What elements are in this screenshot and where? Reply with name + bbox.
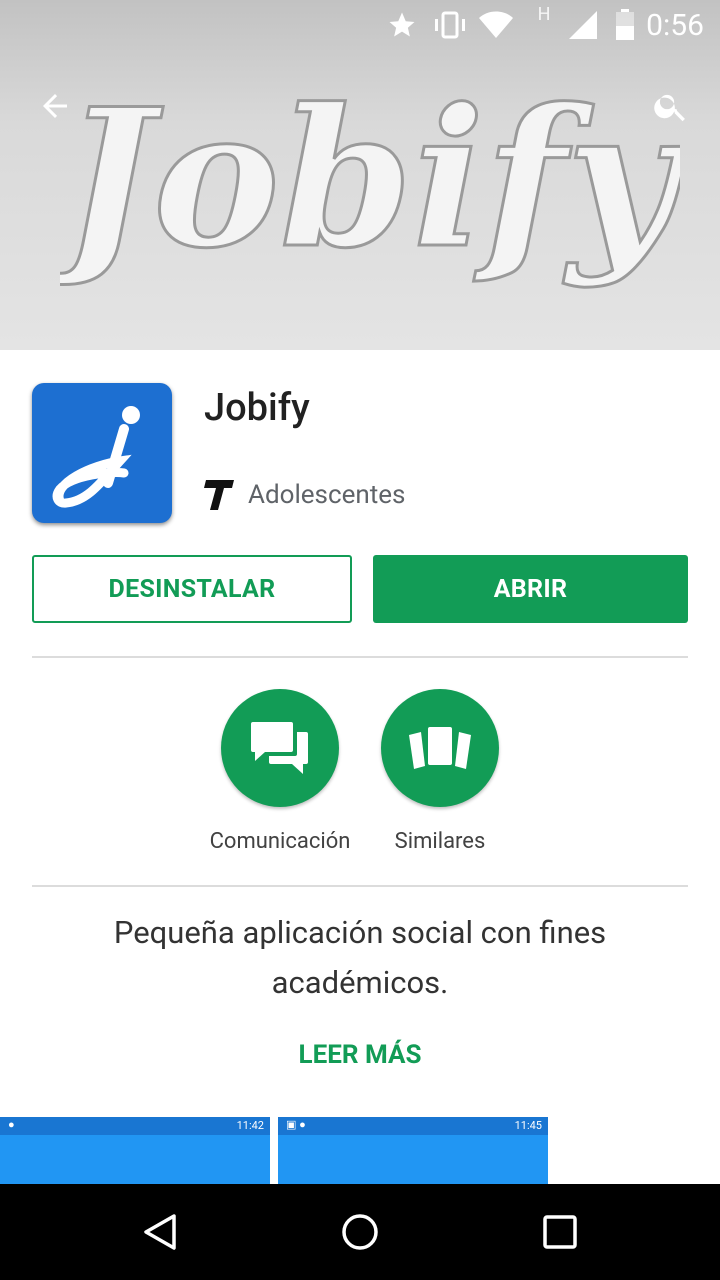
- navigation-bar: [0, 1184, 720, 1280]
- teen-rating-icon: [204, 480, 234, 510]
- open-button[interactable]: ABRIR: [373, 555, 688, 623]
- status-bar: H 0:56: [0, 0, 720, 50]
- screenshot-thumbnail[interactable]: ▣ ● 11:45: [278, 1117, 548, 1184]
- content-rating-label: Adolescentes: [248, 480, 406, 510]
- app-title: Jobify: [204, 386, 310, 430]
- screenshot-thumbnail[interactable]: ● 11:42: [0, 1117, 270, 1184]
- app-icon: [32, 383, 172, 523]
- content-rating: Adolescentes: [204, 478, 405, 512]
- android-icon: ●: [8, 1118, 15, 1131]
- network-type-label: H: [537, 3, 551, 25]
- wifi-icon: [478, 8, 514, 42]
- uninstall-button[interactable]: DESINSTALAR: [32, 555, 352, 623]
- search-button[interactable]: [643, 78, 699, 134]
- home-nav-button[interactable]: [330, 1202, 390, 1262]
- star-icon: [386, 8, 418, 42]
- screenshot-time: 11:45: [514, 1119, 542, 1132]
- screenshot-status-bar: ● 11:42: [0, 1117, 270, 1135]
- screenshot-status-bar: ▣ ● 11:45: [278, 1117, 548, 1135]
- circle-home-icon: [342, 1214, 378, 1250]
- chip-label: Similares: [394, 829, 486, 854]
- clock: 0:56: [646, 8, 704, 43]
- chip-similares[interactable]: Similares: [381, 689, 499, 854]
- arrow-left-icon: [43, 94, 67, 118]
- signal-icon: [566, 8, 600, 42]
- header-banner: Jobify H 0:56: [0, 0, 720, 350]
- cards-stack-icon: [409, 725, 471, 769]
- back-button[interactable]: [27, 78, 83, 134]
- chip-label: Comunicación: [209, 829, 351, 854]
- recents-nav-button[interactable]: [530, 1202, 590, 1262]
- screenshot-time: 11:42: [236, 1119, 264, 1132]
- chat-bubbles-icon: [251, 722, 308, 774]
- back-nav-button[interactable]: [130, 1202, 190, 1262]
- triangle-back-icon: [144, 1214, 176, 1250]
- battery-icon: [614, 8, 636, 42]
- app-description: Pequeña aplicación social con fines acad…: [113, 914, 607, 1001]
- divider: [32, 885, 688, 887]
- divider: [32, 656, 688, 658]
- chip-comunicacion[interactable]: Comunicación: [210, 689, 350, 854]
- square-recents-icon: [543, 1215, 577, 1249]
- image-icon: ▣ ●: [286, 1118, 306, 1131]
- chip-circle: [221, 689, 339, 807]
- vibrate-icon: [430, 8, 470, 42]
- search-icon: [654, 94, 685, 122]
- svg-text:Jobify: Jobify: [60, 67, 680, 290]
- chip-circle: [381, 689, 499, 807]
- banner-logo: Jobify: [60, 66, 680, 292]
- read-more-link[interactable]: LEER MÁS: [0, 1040, 720, 1070]
